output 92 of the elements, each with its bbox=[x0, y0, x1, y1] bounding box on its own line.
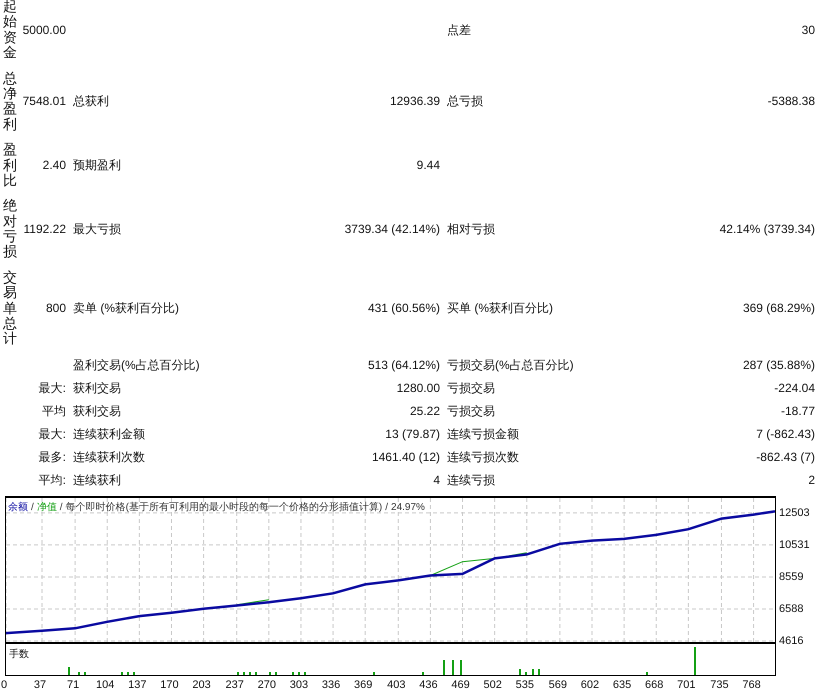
row-prefix: 最多: bbox=[38, 449, 66, 466]
row-prefix: 平均: bbox=[38, 472, 66, 490]
panel-label: 手数 bbox=[9, 648, 29, 662]
x-axis-label: 535 bbox=[514, 678, 535, 693]
x-axis-label: 203 bbox=[191, 678, 212, 693]
stat-label: 总获利 bbox=[73, 93, 109, 110]
stat-value: 369 (68.29%) bbox=[742, 300, 815, 318]
stat-value: -862.43 (7) bbox=[756, 449, 815, 466]
stat-value: 287 (35.88%) bbox=[742, 357, 815, 374]
y-axis-label: 10531 bbox=[779, 538, 810, 552]
stat-label: 亏损交易(%占总百分比) bbox=[447, 357, 574, 374]
row-label: 总净盈利 bbox=[3, 70, 17, 132]
stat-value: 2.40 bbox=[42, 157, 66, 174]
legend-series-name: 净值 bbox=[36, 500, 57, 515]
stat-value: 7548.01 bbox=[22, 93, 66, 110]
x-axis-label: 403 bbox=[386, 678, 406, 693]
stat-value: 25.22 bbox=[410, 403, 440, 420]
stat-label: 连续获利金额 bbox=[73, 426, 145, 444]
row-label: 起始资金 bbox=[3, 0, 17, 61]
x-axis-label: 170 bbox=[159, 678, 180, 693]
stat-value: -224.04 bbox=[774, 380, 815, 398]
legend-quality: 24.97% bbox=[391, 500, 425, 515]
stat-value: 3739.34 (42.14%) bbox=[344, 221, 440, 238]
y-axis-label: 12503 bbox=[779, 506, 810, 520]
stat-label: 连续获利 bbox=[73, 472, 121, 490]
x-axis-label: 336 bbox=[320, 678, 342, 693]
stat-label: 连续亏损次数 bbox=[447, 449, 519, 466]
stat-label: 亏损交易 bbox=[447, 403, 495, 420]
stat-value: 4 bbox=[433, 472, 440, 490]
row-label: 交易单总计 bbox=[3, 270, 17, 347]
stat-label: 获利交易 bbox=[73, 403, 121, 420]
stat-value: 513 (64.12%) bbox=[368, 357, 440, 374]
x-axis-label: 71 bbox=[66, 678, 80, 693]
x-axis-label: 237 bbox=[224, 678, 245, 693]
stat-label: 连续亏损 bbox=[447, 472, 495, 490]
x-axis-label: 436 bbox=[418, 678, 439, 693]
stat-label: 盈利交易(%占总百分比) bbox=[73, 357, 200, 374]
x-axis-label: 735 bbox=[709, 678, 730, 693]
y-axis-label: 8559 bbox=[779, 570, 804, 584]
stat-label: 预期盈利 bbox=[73, 157, 121, 174]
x-axis-label: 668 bbox=[644, 678, 664, 693]
x-axis-label: 104 bbox=[95, 678, 116, 693]
stat-label: 获利交易 bbox=[73, 380, 121, 398]
stat-value: -5388.38 bbox=[768, 93, 815, 110]
x-axis-label: 569 bbox=[548, 678, 568, 693]
stat-value: 1280.00 bbox=[396, 380, 440, 398]
stat-value: 13 (79.87) bbox=[385, 426, 440, 444]
x-axis-label: 469 bbox=[450, 678, 471, 693]
legend-separator: / bbox=[60, 500, 63, 515]
row-prefix: 最大: bbox=[38, 380, 66, 398]
x-axis-label: 635 bbox=[612, 678, 632, 693]
x-axis-label: 0 bbox=[0, 678, 8, 693]
stat-label: 总亏损 bbox=[447, 93, 483, 110]
x-axis-label: 502 bbox=[482, 678, 503, 693]
stat-value: 431 (60.56%) bbox=[368, 300, 440, 318]
stat-label: 点差 bbox=[447, 22, 471, 39]
x-axis-label: 602 bbox=[580, 678, 600, 693]
x-axis-label: 137 bbox=[127, 678, 148, 693]
stat-label: 最大亏损 bbox=[73, 221, 121, 238]
x-axis-label: 369 bbox=[353, 678, 374, 693]
stat-label: 买单 (%获利百分比) bbox=[447, 300, 553, 318]
y-axis-label: 6588 bbox=[779, 602, 804, 616]
stat-value: -18.77 bbox=[780, 403, 815, 420]
x-axis-label: 303 bbox=[288, 678, 310, 693]
x-axis-label: 270 bbox=[256, 678, 277, 693]
row-prefix: 最大: bbox=[38, 426, 66, 444]
stat-label: 相对亏损 bbox=[447, 221, 495, 238]
legend-separator: / bbox=[385, 500, 388, 515]
stat-value: 30 bbox=[802, 22, 815, 39]
row-label: 盈利比 bbox=[3, 142, 17, 188]
stat-value: 5000.00 bbox=[22, 22, 66, 39]
stat-value: 12936.39 bbox=[390, 93, 440, 110]
stat-value: 7 (-862.43) bbox=[756, 426, 815, 444]
stat-label: 连续获利次数 bbox=[73, 449, 145, 466]
stat-value: 2 bbox=[808, 472, 815, 490]
stat-value: 1461.40 (12) bbox=[372, 449, 440, 466]
row-label: 绝对亏损 bbox=[3, 198, 17, 260]
stat-value: 800 bbox=[44, 300, 66, 318]
x-axis-label: 37 bbox=[32, 678, 48, 693]
stat-value: 9.44 bbox=[416, 157, 440, 174]
stat-value: 42.14% (3739.34) bbox=[720, 221, 815, 238]
stat-value: 1192.22 bbox=[22, 221, 66, 238]
y-axis-label: 4616 bbox=[779, 634, 804, 648]
row-prefix: 平均 bbox=[42, 403, 66, 420]
x-axis-label: 768 bbox=[741, 678, 762, 693]
stat-label: 连续亏损金额 bbox=[447, 426, 519, 444]
legend-series-name: 余额 bbox=[8, 500, 28, 515]
legend-separator: / bbox=[31, 500, 34, 515]
stat-label: 亏损交易 bbox=[447, 380, 495, 398]
x-axis-label: 701 bbox=[676, 678, 697, 693]
legend-description: 每个即时价格(基于所有可利用的最小时段的每一个价格的分形插值计算) bbox=[66, 500, 382, 515]
stat-label: 卖单 (%获利百分比) bbox=[73, 300, 179, 318]
